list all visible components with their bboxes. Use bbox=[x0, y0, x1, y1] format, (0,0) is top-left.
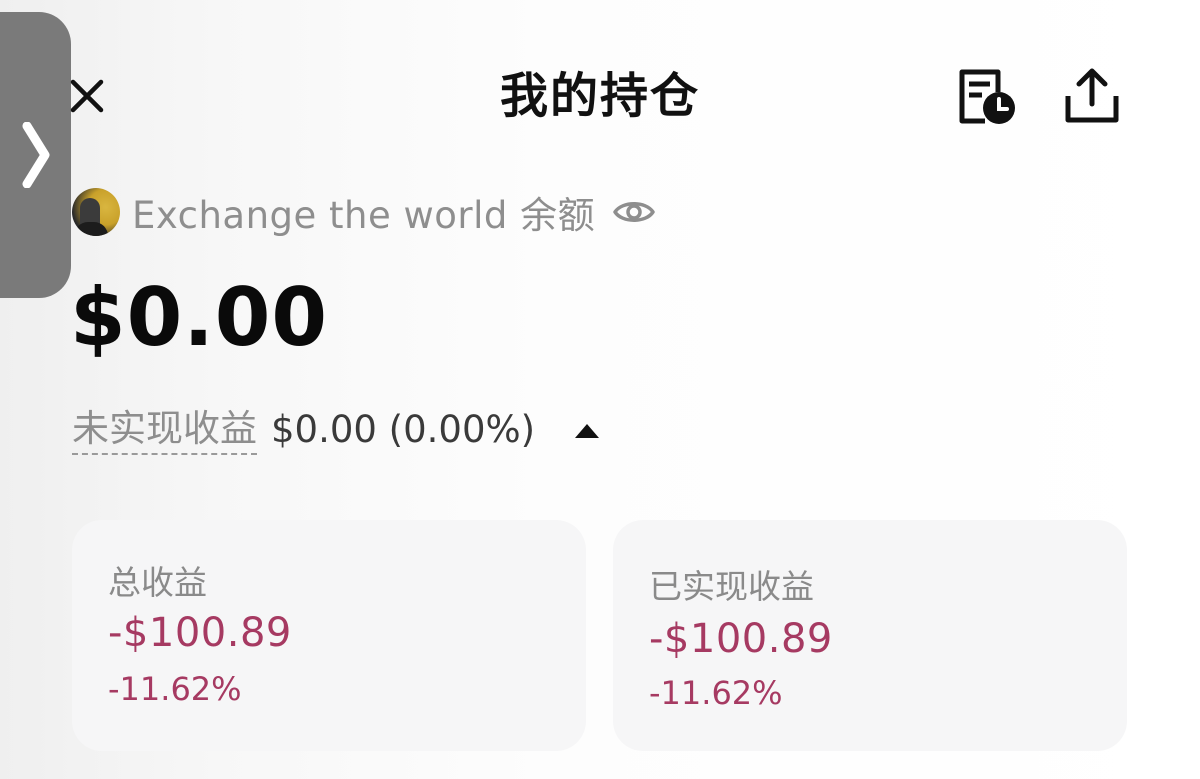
caret-up-icon[interactable] bbox=[573, 420, 601, 440]
total-pnl-percent: -11.62% bbox=[108, 670, 242, 708]
eye-icon[interactable] bbox=[613, 197, 655, 227]
unrealized-pnl-value: $0.00 (0.00%) bbox=[271, 408, 536, 451]
avatar bbox=[72, 188, 120, 236]
share-button[interactable] bbox=[1062, 66, 1122, 126]
chevron-right-icon bbox=[22, 122, 49, 188]
realized-pnl-percent: -11.62% bbox=[649, 674, 783, 712]
side-panel-handle[interactable] bbox=[0, 12, 71, 298]
total-pnl-card: 总收益 -$100.89 -11.62% bbox=[72, 520, 586, 751]
total-pnl-amount: -$100.89 bbox=[108, 610, 292, 656]
account-row: Exchange the world 余额 bbox=[72, 186, 655, 238]
realized-pnl-amount: -$100.89 bbox=[649, 616, 833, 662]
total-balance: $0.00 bbox=[70, 271, 329, 364]
account-balance-label: Exchange the world 余额 bbox=[132, 194, 596, 237]
realized-pnl-card: 已实现收益 -$100.89 -11.62% bbox=[613, 520, 1127, 751]
share-upload-icon bbox=[1065, 68, 1119, 123]
order-history-clock-icon bbox=[959, 69, 1015, 124]
realized-pnl-title: 已实现收益 bbox=[649, 567, 814, 606]
total-pnl-title: 总收益 bbox=[108, 563, 207, 602]
unrealized-pnl-row: 未实现收益 $0.00 (0.00%) bbox=[72, 404, 601, 456]
unrealized-pnl-label[interactable]: 未实现收益 bbox=[72, 406, 257, 455]
order-history-button[interactable] bbox=[955, 66, 1019, 128]
page-title: 我的持仓 bbox=[499, 68, 700, 124]
